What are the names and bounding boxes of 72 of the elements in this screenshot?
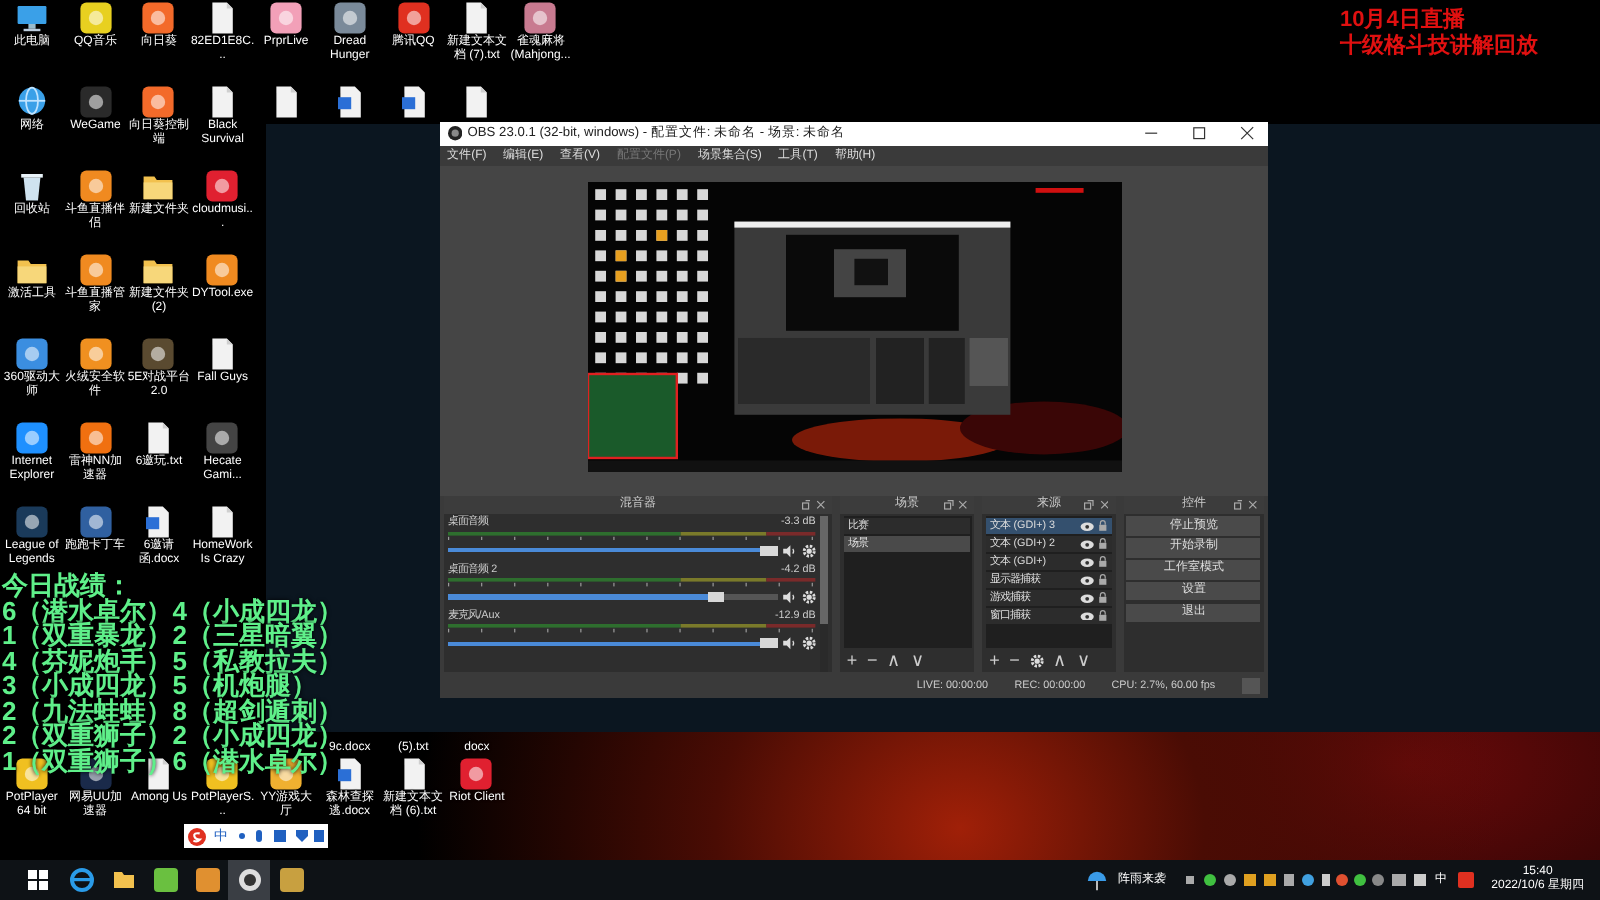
app-logo-icon: [237, 868, 261, 892]
app-icon[interactable]: [77, 252, 114, 288]
eye-icon[interactable]: [1080, 521, 1095, 532]
stats-line: 1（双重暴龙）2（三星暗翼）: [2, 624, 343, 649]
slider-thumb[interactable]: [760, 545, 778, 556]
eye-icon[interactable]: [1080, 557, 1095, 568]
app-logo-icon: [447, 126, 462, 142]
lock-icon[interactable]: [1098, 556, 1108, 568]
settings-icon[interactable]: [801, 636, 816, 651]
app-icon[interactable]: [13, 420, 50, 456]
app-icon[interactable]: [204, 252, 241, 288]
lock-icon[interactable]: [1098, 592, 1108, 604]
toolbar-button[interactable]: −: [866, 652, 878, 671]
toolbar-button[interactable]: ∨: [910, 652, 925, 671]
app-icon[interactable]: [77, 336, 114, 372]
app-icon[interactable]: [77, 0, 114, 36]
app-icon[interactable]: [140, 0, 177, 36]
toolbar-button[interactable]: ∧: [887, 652, 902, 671]
toolbar-button[interactable]: +: [846, 652, 858, 671]
settings-icon[interactable]: [801, 589, 816, 605]
app-icon[interactable]: [395, 0, 432, 36]
scrollbar[interactable]: [820, 516, 828, 673]
app-icon[interactable]: [77, 168, 114, 204]
app-icon[interactable]: [331, 0, 368, 36]
globe-icon[interactable]: [13, 84, 50, 120]
app-icon[interactable]: [268, 0, 305, 36]
app-icon[interactable]: [522, 0, 559, 36]
lock-icon[interactable]: [1098, 574, 1108, 586]
volume-slider[interactable]: [448, 592, 778, 602]
lock-icon[interactable]: [1098, 538, 1108, 550]
eye-icon[interactable]: [1080, 593, 1095, 603]
weather-icon[interactable]: [1085, 869, 1108, 891]
app-icon[interactable]: [140, 336, 177, 372]
notice-text: 十级格斗技讲解回放: [1340, 34, 1538, 60]
toolbar-button[interactable]: ∧: [1053, 652, 1068, 671]
settings-icon[interactable]: [801, 543, 816, 558]
slider-thumb[interactable]: [707, 592, 725, 602]
toolbar-button[interactable]: +: [989, 652, 1000, 671]
status-indicator: [1241, 677, 1261, 695]
tray-icons-drawing[interactable]: [1185, 872, 1426, 888]
app-icon[interactable]: [13, 504, 50, 540]
settings-icon[interactable]: [1029, 654, 1044, 670]
taskbar-app[interactable]: [228, 860, 270, 900]
eye-icon[interactable]: [1080, 611, 1095, 621]
browser-icon: [69, 868, 93, 892]
app-icon[interactable]: [77, 420, 114, 456]
stats-line: 3（小成四龙）5（机炮腿）: [2, 674, 317, 699]
ime-logo-icon[interactable]: [1457, 872, 1474, 888]
stats-line: 6（潜水卓尔）4（小成四龙）: [2, 599, 343, 624]
slider-thumb[interactable]: [760, 638, 778, 649]
lock-icon[interactable]: [1098, 520, 1108, 532]
stats-title: 今日战绩：: [2, 574, 132, 599]
eye-icon[interactable]: [1080, 539, 1095, 550]
notice-text: 10月4日直播: [1340, 8, 1467, 33]
eye-icon[interactable]: [1080, 575, 1095, 586]
computer-icon[interactable]: [13, 0, 50, 36]
app-icon[interactable]: [77, 84, 114, 120]
app-icon[interactable]: [140, 84, 177, 120]
stats-line: 2（九法蛙蛙）8（超剑遁刺）: [2, 699, 343, 724]
app-icon[interactable]: [13, 336, 50, 372]
lock-icon[interactable]: [1098, 610, 1108, 622]
stats-line: 4（芬妮炮手）5（私教拉夫）: [2, 649, 343, 674]
folder-icon: [111, 868, 135, 892]
app-icon[interactable]: [458, 756, 495, 792]
app-icon[interactable]: [77, 504, 114, 540]
ime-logo-icon[interactable]: [188, 827, 206, 845]
toolbar-button[interactable]: −: [1009, 652, 1020, 671]
app-icon[interactable]: [204, 420, 241, 456]
start-button-icon[interactable]: [28, 870, 48, 890]
toolbar-button[interactable]: ∨: [1077, 652, 1092, 671]
ime-tools-drawing[interactable]: [236, 828, 324, 844]
app-icon[interactable]: [204, 168, 241, 204]
